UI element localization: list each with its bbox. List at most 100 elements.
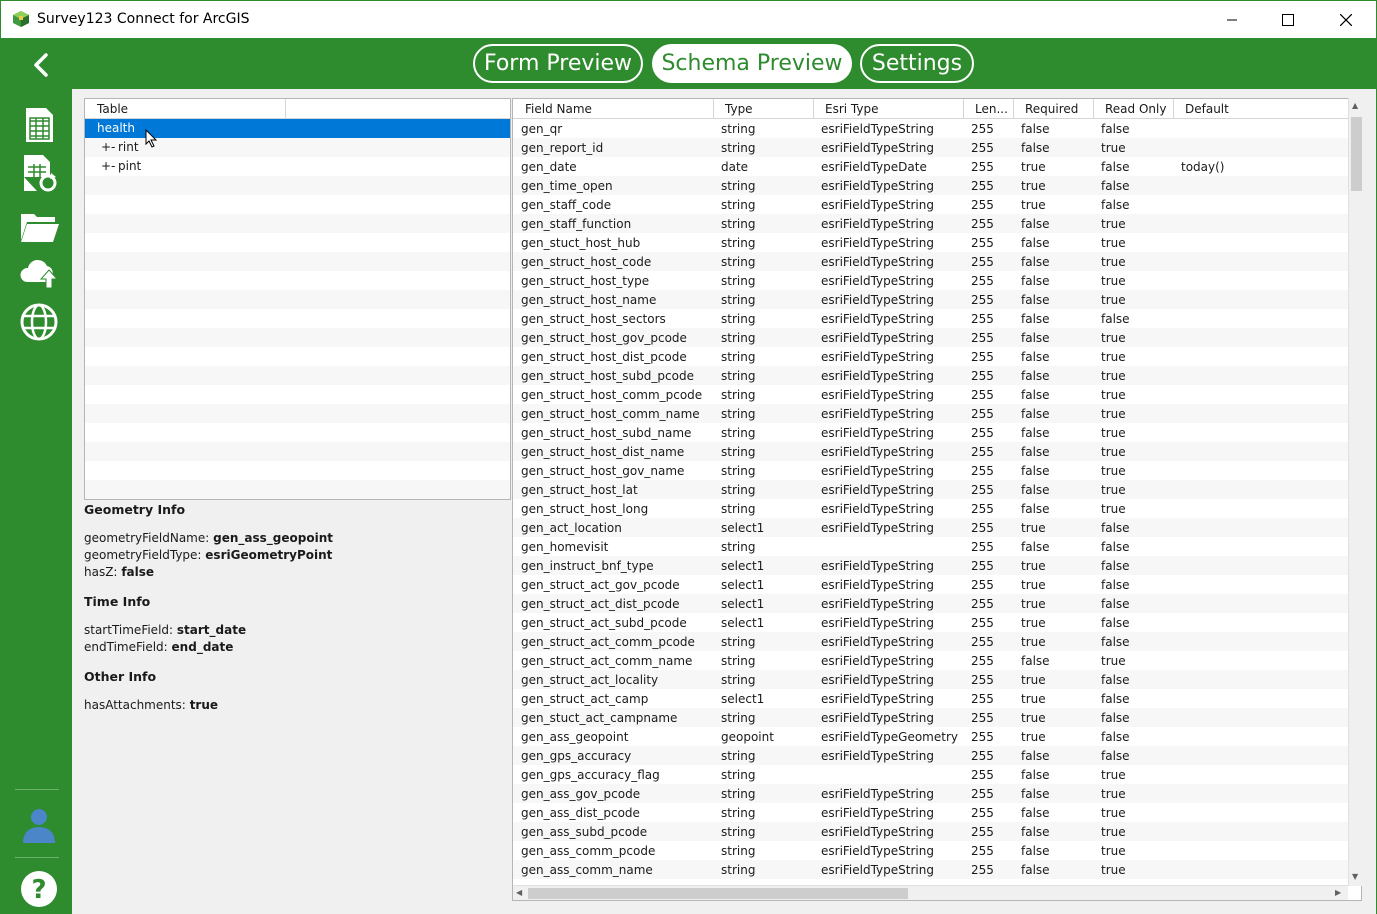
tab-form-preview[interactable]: Form Preview: [473, 44, 643, 83]
tree-expander-icon[interactable]: +-: [101, 159, 115, 173]
table-row[interactable]: gen_struct_host_long string esriFieldTypeS…: [513, 499, 1348, 518]
tree-expander-icon[interactable]: +-: [101, 140, 115, 154]
table-row[interactable]: gen_struct_act_locality string esriFieldTy…: [513, 670, 1348, 689]
table-row[interactable]: gen_time_open string esriFieldTypeString 25…: [513, 176, 1348, 195]
table-row[interactable]: gen_staff_code string esriFieldTypeString 2…: [513, 195, 1348, 214]
header-type[interactable]: Type: [725, 102, 753, 116]
cell-length: 255: [971, 293, 994, 307]
table-row[interactable]: gen_homevisit string 255 false false: [513, 537, 1348, 556]
info-key: hasAttachments:: [84, 698, 186, 712]
cell-type: date: [721, 160, 749, 174]
back-arrow-icon[interactable]: [27, 50, 57, 80]
table-row[interactable]: gen_struct_host_gov_name string esriFieldT…: [513, 461, 1348, 480]
minimize-button[interactable]: [1207, 1, 1257, 38]
tab-schema-preview[interactable]: Schema Preview: [652, 44, 852, 83]
tree-empty-row: [85, 385, 510, 404]
table-row[interactable]: gen_struct_act_comm_pcode string esriField…: [513, 632, 1348, 651]
table-tree: Table health +- rint +- pint: [84, 98, 511, 500]
close-button[interactable]: [1321, 1, 1371, 38]
cell-esri-type: esriFieldTypeString: [821, 844, 934, 858]
table-row[interactable]: gen_struct_host_dist_pcode string esriFiel…: [513, 347, 1348, 366]
cloud-upload-icon[interactable]: [19, 252, 59, 292]
cell-esri-type: esriFieldTypeString: [821, 255, 934, 269]
scroll-left-icon[interactable]: ◀: [516, 888, 522, 897]
tree-row-2[interactable]: +- pint: [85, 157, 510, 176]
header-esri-type[interactable]: Esri Type: [825, 102, 878, 116]
header-divider: [1013, 99, 1014, 118]
table-row[interactable]: gen_struct_host_type string esriFieldTypeS…: [513, 271, 1348, 290]
spreadsheet-icon[interactable]: [19, 105, 59, 145]
header-field-name[interactable]: Field Name: [525, 102, 592, 116]
cell-length: 255: [971, 141, 994, 155]
table-row[interactable]: gen_ass_subd_pcode string esriFieldTypeStr…: [513, 822, 1348, 841]
tree-empty-row: [85, 480, 510, 499]
help-icon[interactable]: ?: [19, 869, 59, 909]
globe-icon[interactable]: [19, 302, 59, 342]
table-row[interactable]: gen_struct_act_subd_pcode select1 esriFiel…: [513, 613, 1348, 632]
horizontal-scrollbar[interactable]: ◀ ▶: [513, 885, 1348, 900]
cell-type: select1: [721, 521, 765, 535]
table-row[interactable]: gen_struct_host_sectors string esriFieldTy…: [513, 309, 1348, 328]
geometry-info-title: Geometry Info: [84, 502, 186, 517]
table-row[interactable]: gen_struct_act_dist_pcode select1 esriFiel…: [513, 594, 1348, 613]
table-row[interactable]: gen_instruct_bnf_type select1 esriFieldTyp…: [513, 556, 1348, 575]
table-row[interactable]: gen_ass_dist_pcode string esriFieldTypeStr…: [513, 803, 1348, 822]
tree-empty-row: [85, 290, 510, 309]
vertical-scrollbar[interactable]: ▲ ▼: [1348, 98, 1363, 886]
table-row[interactable]: gen_struct_host_comm_name string esriField…: [513, 404, 1348, 423]
scroll-up-icon[interactable]: ▲: [1352, 101, 1358, 110]
table-row[interactable]: gen_ass_comm_name string esriFieldTypeStri…: [513, 860, 1348, 879]
cell-type: string: [721, 844, 756, 858]
table-row[interactable]: gen_date date esriFieldTypeDate 255 true fals…: [513, 157, 1348, 176]
table-row[interactable]: gen_report_id string esriFieldTypeString 25…: [513, 138, 1348, 157]
table-row[interactable]: gen_struct_host_lat string esriFieldTypeSt…: [513, 480, 1348, 499]
cell-read-only: true: [1101, 274, 1126, 288]
cell-esri-type: esriFieldTypeString: [821, 483, 934, 497]
vertical-scroll-thumb[interactable]: [1351, 117, 1362, 191]
table-row[interactable]: gen_struct_host_code string esriFieldTypeS…: [513, 252, 1348, 271]
table-row[interactable]: gen_struct_host_name string esriFieldTypeS…: [513, 290, 1348, 309]
cell-esri-type: esriFieldTypeString: [821, 711, 934, 725]
table-row[interactable]: gen_struct_host_subd_pcode string esriFiel…: [513, 366, 1348, 385]
table-row[interactable]: gen_ass_comm_pcode string esriFieldTypeStr…: [513, 841, 1348, 860]
table-row[interactable]: gen_struct_host_gov_pcode string esriField…: [513, 328, 1348, 347]
tree-empty-row: [85, 195, 510, 214]
table-row[interactable]: gen_ass_geopoint geopoint esriFieldTypeGeo…: [513, 727, 1348, 746]
table-row[interactable]: gen_struct_host_comm_pcode string esriFiel…: [513, 385, 1348, 404]
table-row[interactable]: gen_ass_gov_pcode string esriFieldTypeStri…: [513, 784, 1348, 803]
header-required[interactable]: Required: [1025, 102, 1078, 116]
table-row[interactable]: gen_staff_function string esriFieldTypeStr…: [513, 214, 1348, 233]
cell-field-name: gen_struct_host_subd_name: [521, 426, 692, 440]
scroll-down-icon[interactable]: ▼: [1352, 872, 1358, 881]
tree-header-table[interactable]: Table: [97, 102, 128, 116]
cell-length: 255: [971, 369, 994, 383]
folder-icon[interactable]: [19, 206, 59, 246]
header-read-only[interactable]: Read Only: [1105, 102, 1166, 116]
table-row[interactable]: gen_stuct_host_hub string esriFieldTypeStr…: [513, 233, 1348, 252]
table-row[interactable]: gen_gps_accuracy_flag string 255 false true: [513, 765, 1348, 784]
table-row[interactable]: gen_struct_act_comm_name string esriFieldT…: [513, 651, 1348, 670]
user-icon[interactable]: [19, 805, 59, 845]
spreadsheet-refresh-icon[interactable]: [19, 153, 59, 193]
table-row[interactable]: gen_stuct_act_campname string esriFieldTyp…: [513, 708, 1348, 727]
cell-required: true: [1021, 597, 1046, 611]
tab-settings[interactable]: Settings: [860, 44, 974, 83]
cell-read-only: true: [1101, 293, 1126, 307]
cell-length: 255: [971, 730, 994, 744]
horizontal-scroll-thumb[interactable]: [528, 888, 908, 899]
scroll-right-icon[interactable]: ▶: [1335, 888, 1341, 897]
cell-read-only: true: [1101, 863, 1126, 877]
cell-field-name: gen_homevisit: [521, 540, 609, 554]
info-value: gen_ass_geopoint: [213, 531, 333, 545]
maximize-button[interactable]: [1263, 1, 1313, 38]
tree-empty-row: [85, 461, 510, 480]
table-row[interactable]: gen_struct_host_subd_name string esriField…: [513, 423, 1348, 442]
header-default[interactable]: Default: [1185, 102, 1229, 116]
table-row[interactable]: gen_gps_accuracy string esriFieldTypeStrin…: [513, 746, 1348, 765]
table-row[interactable]: gen_struct_act_camp select1 esriFieldTypeS…: [513, 689, 1348, 708]
table-row[interactable]: gen_struct_act_gov_pcode select1 esriField…: [513, 575, 1348, 594]
header-length[interactable]: Len...: [975, 102, 1008, 116]
table-row[interactable]: gen_qr string esriFieldTypeString 255 false f…: [513, 119, 1348, 138]
table-row[interactable]: gen_act_location select1 esriFieldTypeStri…: [513, 518, 1348, 537]
table-row[interactable]: gen_struct_host_dist_name string esriField…: [513, 442, 1348, 461]
